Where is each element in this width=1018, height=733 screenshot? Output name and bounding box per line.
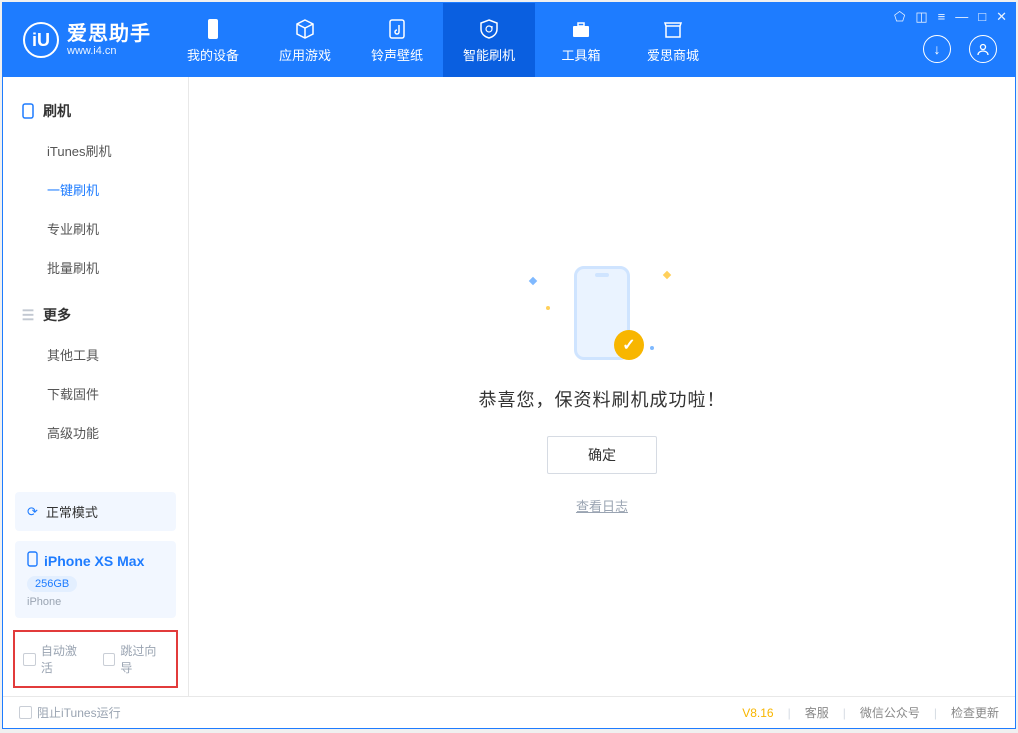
version-label: V8.16 — [742, 706, 773, 720]
sidebar-item-download-firmware[interactable]: 下载固件 — [3, 374, 188, 413]
checkbox-label: 阻止iTunes运行 — [37, 704, 121, 721]
nav-label: 我的设备 — [187, 45, 239, 64]
storage-badge: 256GB — [27, 576, 77, 592]
app-window: iU 爱思助手 www.i4.cn 我的设备 应用游戏 铃声壁纸 智能刷机 — [2, 2, 1016, 729]
nav-tab-flash[interactable]: 智能刷机 — [443, 3, 535, 77]
app-name: 爱思助手 — [67, 23, 151, 45]
checkbox-icon — [103, 653, 116, 666]
side-group-label: 刷机 — [43, 101, 71, 121]
view-log-link[interactable]: 查看日志 — [576, 496, 628, 515]
nav-label: 铃声壁纸 — [371, 45, 423, 64]
nav-label: 爱思商城 — [647, 45, 699, 64]
nav-tab-apps[interactable]: 应用游戏 — [259, 3, 351, 77]
checkbox-label: 自动激活 — [41, 642, 89, 676]
side-group-label: 更多 — [43, 305, 71, 325]
minimize-icon[interactable]: — — [955, 9, 968, 25]
phone-outline-icon — [27, 551, 38, 570]
side-group-title: ☰ 更多 — [3, 295, 188, 335]
nav-tab-store[interactable]: 爱思商城 — [627, 3, 719, 77]
checkbox-icon — [23, 653, 36, 666]
cube-icon — [293, 17, 317, 41]
nav-label: 工具箱 — [561, 45, 600, 64]
nav-label: 智能刷机 — [463, 45, 515, 64]
link-customer-service[interactable]: 客服 — [805, 704, 829, 721]
window-controls: ⬠ ◫ ≡ — □ ✕ — [894, 9, 1007, 25]
app-site: www.i4.cn — [67, 45, 151, 57]
device-icon — [201, 17, 225, 41]
toolbox-icon — [569, 17, 593, 41]
sidebar-item-oneclick-flash[interactable]: 一键刷机 — [3, 170, 188, 209]
checkbox-auto-activate[interactable]: 自动激活 — [23, 642, 89, 676]
device-name: iPhone XS Max — [44, 553, 144, 569]
logo: iU 爱思助手 www.i4.cn — [3, 22, 167, 58]
sidebar: 刷机 iTunes刷机 一键刷机 专业刷机 批量刷机 ☰ 更多 其他工具 下载固… — [3, 77, 189, 696]
logo-icon: iU — [23, 22, 59, 58]
side-group-title: 刷机 — [3, 91, 188, 131]
shield-sync-icon — [477, 17, 501, 41]
sidebar-item-itunes-flash[interactable]: iTunes刷机 — [3, 131, 188, 170]
sidebar-item-batch-flash[interactable]: 批量刷机 — [3, 248, 188, 287]
side-group-flash: 刷机 iTunes刷机 一键刷机 专业刷机 批量刷机 — [3, 91, 188, 287]
link-check-update[interactable]: 检查更新 — [951, 704, 999, 721]
header-right-icons: ↓ — [923, 35, 997, 63]
nav-tab-toolbox[interactable]: 工具箱 — [535, 3, 627, 77]
download-icon[interactable]: ↓ — [923, 35, 951, 63]
device-box[interactable]: iPhone XS Max 256GB iPhone — [15, 541, 176, 618]
phone-icon — [21, 104, 35, 118]
nav-tab-ringtones[interactable]: 铃声壁纸 — [351, 3, 443, 77]
sidebar-item-advanced[interactable]: 高级功能 — [3, 413, 188, 452]
link-wechat[interactable]: 微信公众号 — [860, 704, 920, 721]
theme-icon[interactable]: ⬠ — [894, 9, 905, 25]
store-icon — [661, 17, 685, 41]
user-icon[interactable] — [969, 35, 997, 63]
success-illustration: ✓ — [522, 258, 682, 368]
checkbox-skip-guide[interactable]: 跳过向导 — [103, 642, 169, 676]
separator: | — [934, 706, 937, 720]
device-type: iPhone — [27, 596, 164, 608]
checkbox-icon — [19, 706, 32, 719]
options-box: 自动激活 跳过向导 — [13, 630, 178, 688]
sync-icon: ⟳ — [27, 504, 38, 520]
check-icon: ✓ — [614, 330, 644, 360]
maximize-icon[interactable]: □ — [978, 9, 986, 25]
music-file-icon — [385, 17, 409, 41]
footer: 阻止iTunes运行 V8.16 | 客服 | 微信公众号 | 检查更新 — [3, 696, 1015, 728]
menu-icon[interactable]: ≡ — [938, 9, 946, 25]
sidebar-item-pro-flash[interactable]: 专业刷机 — [3, 209, 188, 248]
nav-tabs: 我的设备 应用游戏 铃声壁纸 智能刷机 工具箱 爱思商城 — [167, 3, 719, 77]
separator: | — [843, 706, 846, 720]
list-icon: ☰ — [21, 308, 35, 322]
sidebar-item-other-tools[interactable]: 其他工具 — [3, 335, 188, 374]
separator: | — [788, 706, 791, 720]
side-group-more: ☰ 更多 其他工具 下载固件 高级功能 — [3, 295, 188, 452]
mode-label: 正常模式 — [46, 502, 98, 521]
feedback-icon[interactable]: ◫ — [915, 9, 927, 25]
main-panel: ✓ 恭喜您，保资料刷机成功啦！ 确定 查看日志 — [189, 77, 1015, 696]
nav-tab-my-device[interactable]: 我的设备 — [167, 3, 259, 77]
close-icon[interactable]: ✕ — [996, 9, 1007, 25]
mode-box[interactable]: ⟳ 正常模式 — [15, 492, 176, 531]
checkbox-block-itunes[interactable]: 阻止iTunes运行 — [19, 704, 121, 721]
confirm-button[interactable]: 确定 — [547, 436, 657, 474]
nav-label: 应用游戏 — [279, 45, 331, 64]
success-text: 恭喜您，保资料刷机成功啦！ — [479, 386, 726, 412]
header: iU 爱思助手 www.i4.cn 我的设备 应用游戏 铃声壁纸 智能刷机 — [3, 3, 1015, 77]
body: 刷机 iTunes刷机 一键刷机 专业刷机 批量刷机 ☰ 更多 其他工具 下载固… — [3, 77, 1015, 696]
checkbox-label: 跳过向导 — [120, 642, 168, 676]
